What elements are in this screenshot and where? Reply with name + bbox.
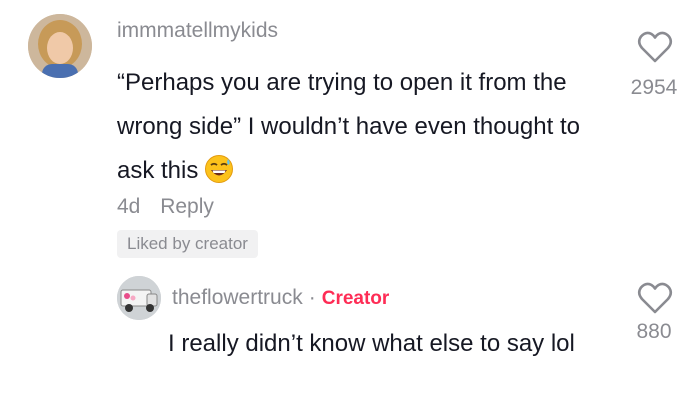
liked-by-creator-badge: Liked by creator — [117, 230, 258, 258]
reply-like-heart-icon[interactable] — [637, 281, 673, 320]
reply-username-row: theflowertruck · Creator — [172, 286, 389, 310]
comment-username[interactable]: immmatellmykids — [117, 19, 278, 43]
like-count: 2954 — [630, 76, 678, 99]
like-heart-icon[interactable] — [637, 30, 673, 69]
comment-age: 4d — [117, 195, 141, 218]
separator-dot: · — [308, 286, 316, 309]
reply-button[interactable]: Reply — [160, 195, 214, 218]
reply-text: I really didn’t know what else to say lo… — [168, 330, 575, 357]
creator-label: Creator — [321, 288, 390, 309]
reply-username[interactable]: theflowertruck — [172, 286, 303, 309]
reply-like-count: 880 — [636, 320, 672, 343]
comment-text: “Perhaps you are trying to open it from … — [117, 61, 587, 199]
sweat-smile-emoji-icon — [204, 154, 234, 199]
reply-avatar[interactable] — [117, 276, 161, 320]
comment-meta: 4d Reply — [117, 195, 214, 219]
comment-body: “Perhaps you are trying to open it from … — [117, 69, 580, 184]
avatar[interactable] — [28, 14, 92, 78]
